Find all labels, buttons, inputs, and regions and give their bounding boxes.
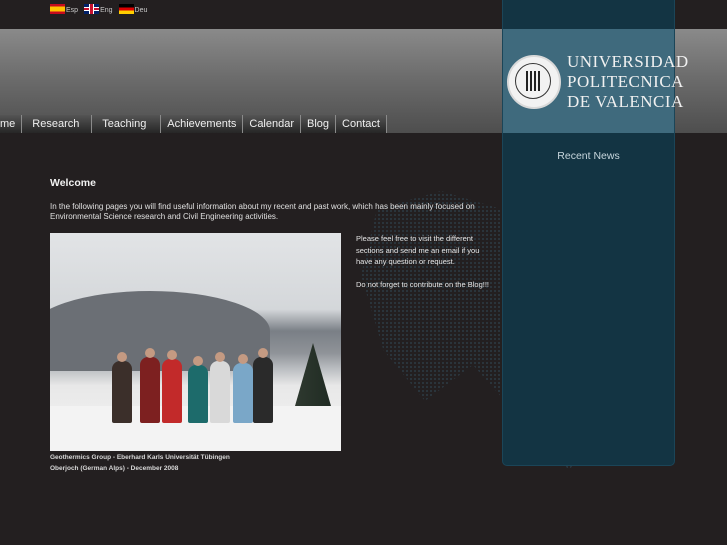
nav-achievements[interactable]: Achievements <box>161 115 244 133</box>
lang-label-esp: Esp <box>66 7 79 14</box>
lang-label-eng: Eng <box>100 7 113 14</box>
uk-flag-icon <box>84 4 100 14</box>
logo-line-2: POLITECNICA <box>567 72 684 91</box>
intro-text: In the following pages you will find use… <box>50 202 475 221</box>
logo-line-1: UNIVERSIDAD <box>567 52 689 71</box>
caption-line-2: Oberjoch (German Alps) - December 2008 <box>50 465 179 472</box>
side-paragraph-1: Please feel free to visit the different … <box>356 234 480 266</box>
group-photo <box>50 233 341 451</box>
main-nav: me Research Teaching Achievements Calend… <box>0 115 387 133</box>
nav-blog[interactable]: Blog <box>301 115 337 133</box>
nav-teaching[interactable]: Teaching <box>92 115 162 133</box>
lang-label-deu: Deu <box>134 7 148 14</box>
nav-contact[interactable]: Contact <box>336 115 387 133</box>
university-seal-icon <box>507 55 561 109</box>
language-selector: Esp Eng Deu <box>50 0 147 14</box>
photo-caption: Geothermics Group - Eberhard Karls Unive… <box>50 452 230 474</box>
nav-research[interactable]: Research <box>22 115 93 133</box>
side-text: Please feel free to visit the different … <box>356 233 491 301</box>
logo-line-3: DE VALENCIA <box>567 92 684 111</box>
nav-calendar[interactable]: Calendar <box>243 115 302 133</box>
spain-flag-icon <box>50 4 65 14</box>
university-name: UNIVERSIDAD POLITECNICA DE VALENCIA <box>567 52 689 112</box>
lang-english[interactable]: Eng <box>84 0 113 14</box>
page-title: Welcome <box>50 177 96 189</box>
nav-home[interactable]: me <box>0 115 23 133</box>
recent-news-heading: Recent News <box>557 150 620 162</box>
lang-german[interactable]: Deu <box>118 0 148 14</box>
university-logo[interactable]: UNIVERSIDAD POLITECNICA DE VALENCIA <box>507 52 689 112</box>
caption-line-1: Geothermics Group - Eberhard Karls Unive… <box>50 454 230 461</box>
germany-flag-icon <box>118 4 134 14</box>
side-paragraph-2: Do not forget to contribute on the Blog!… <box>356 279 490 289</box>
lang-spanish[interactable]: Esp <box>50 0 78 14</box>
